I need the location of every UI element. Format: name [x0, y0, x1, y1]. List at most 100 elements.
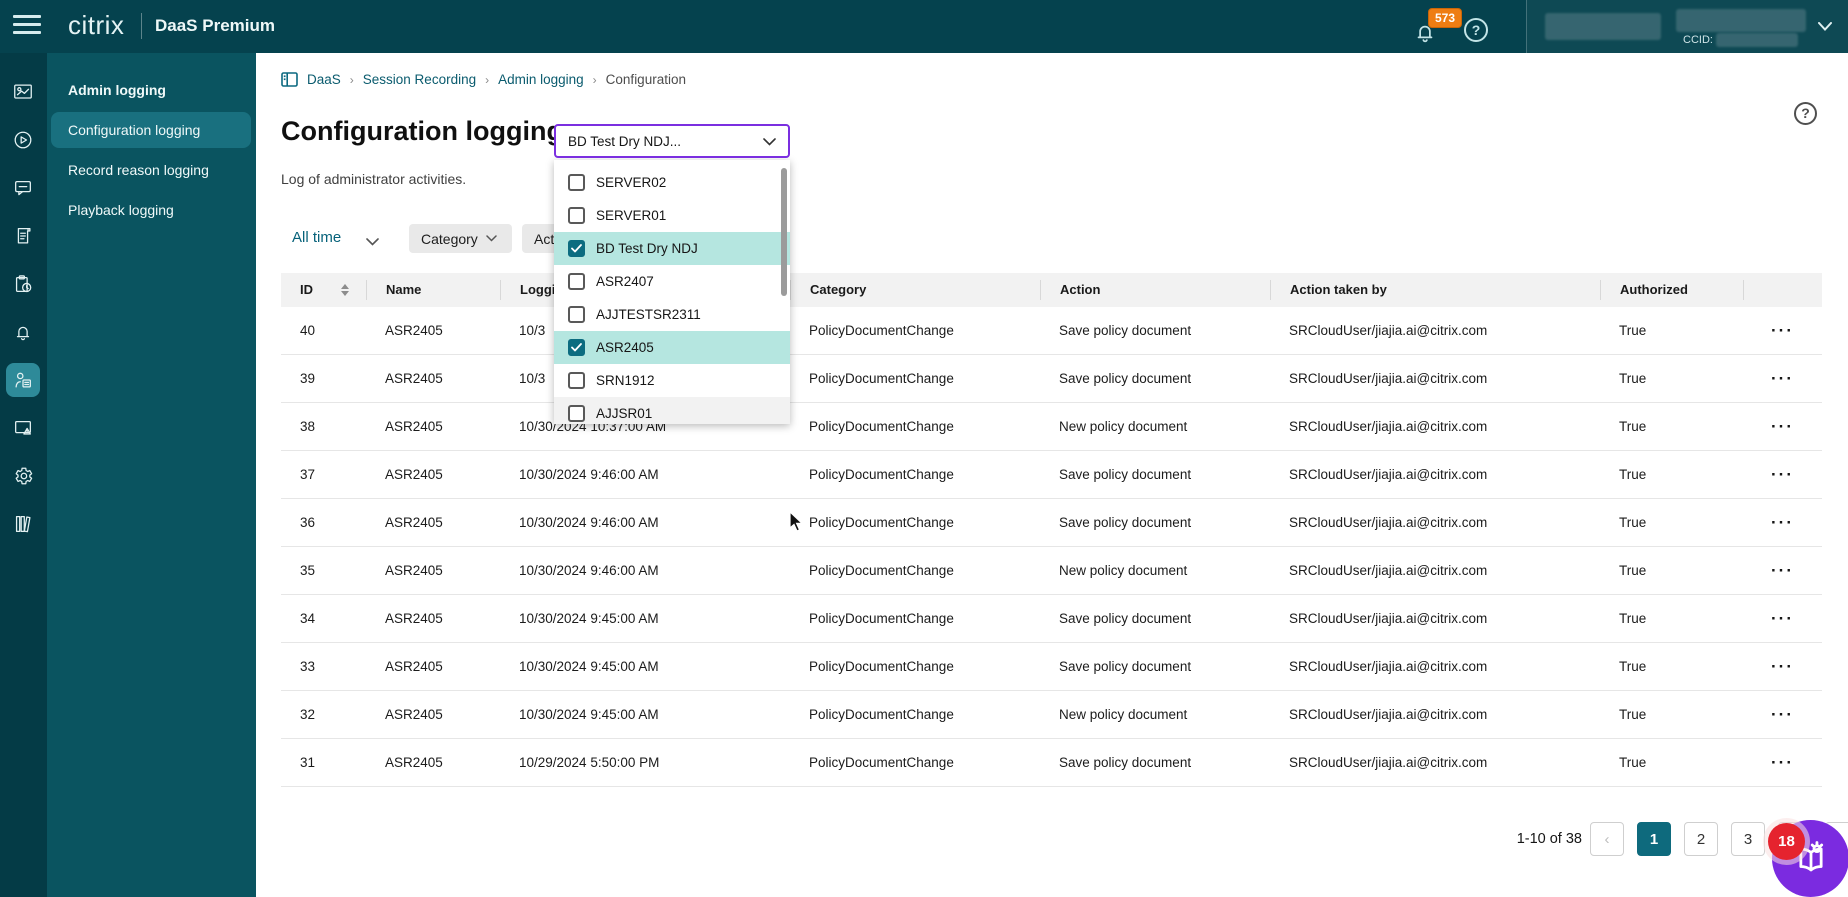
- checkbox-unchecked[interactable]: [568, 306, 585, 323]
- sidebar-item-admin-logging[interactable]: Admin logging: [51, 72, 251, 108]
- cell-logging-time: 10/30/2024 9:46:00 AM: [519, 563, 659, 578]
- dashboard-icon[interactable]: [6, 75, 40, 109]
- dropdown-option-srn1912[interactable]: SRN1912: [554, 364, 790, 397]
- dropdown-option-bd-test-dry-ndj[interactable]: BD Test Dry NDJ: [554, 232, 790, 265]
- redacted-org-name: [1676, 9, 1806, 32]
- row-actions-menu[interactable]: ···: [1743, 609, 1822, 629]
- column-header-action-taken-by: Action taken by: [1270, 280, 1600, 300]
- row-actions-menu[interactable]: ···: [1743, 369, 1822, 389]
- cell-id: 39: [300, 371, 316, 386]
- checkbox-unchecked[interactable]: [568, 405, 585, 422]
- troubleshoot-window-icon[interactable]: [6, 411, 40, 445]
- category-filter[interactable]: Category: [409, 224, 512, 253]
- cell-category: PolicyDocumentChange: [809, 515, 954, 530]
- checkbox-unchecked[interactable]: [568, 273, 585, 290]
- cell-category: PolicyDocumentChange: [809, 371, 954, 386]
- hamburger-menu-icon[interactable]: [13, 15, 41, 37]
- ccid-label: CCID:: [1683, 34, 1713, 46]
- help-icon[interactable]: ?: [1464, 18, 1488, 42]
- table-row-35: 35 ASR2405 10/30/2024 9:46:00 AM PolicyDocu…: [281, 547, 1822, 595]
- checkbox-unchecked[interactable]: [568, 174, 585, 191]
- cell-action-taken-by: SRCloudUser/jiajia.ai@citrix.com: [1289, 467, 1488, 482]
- cell-action-taken-by: SRCloudUser/jiajia.ai@citrix.com: [1289, 371, 1488, 386]
- activity-log-icon[interactable]: [6, 219, 40, 253]
- table-row-32: 32 ASR2405 10/30/2024 9:45:00 AM PolicyDocu…: [281, 691, 1822, 739]
- settings-gear-icon[interactable]: [6, 459, 40, 493]
- checkbox-checked[interactable]: [568, 339, 585, 356]
- dropdown-option-asr2407[interactable]: ASR2407: [554, 265, 790, 298]
- row-actions-menu[interactable]: ···: [1743, 705, 1822, 725]
- library-books-icon[interactable]: [6, 507, 40, 541]
- cell-id: 31: [300, 755, 316, 770]
- notification-count-badge: 573: [1428, 8, 1463, 28]
- pagination-page-2[interactable]: 2: [1684, 822, 1718, 856]
- dropdown-scrollbar-thumb[interactable]: [781, 168, 787, 296]
- feedback-chat-icon[interactable]: [6, 171, 40, 205]
- row-actions-menu[interactable]: ···: [1743, 561, 1822, 581]
- time-range-chevron-down-icon[interactable]: [366, 233, 379, 251]
- dropdown-option-label: BD Test Dry NDJ: [596, 241, 698, 256]
- dropdown-option-server02[interactable]: SERVER02: [554, 166, 790, 199]
- cell-name: ASR2405: [385, 515, 443, 530]
- config-logging-table: IDNameLogging timeCategoryActionAction t…: [281, 273, 1822, 787]
- admin-logging-person-icon[interactable]: [6, 363, 40, 397]
- row-actions-menu[interactable]: ···: [1743, 513, 1822, 533]
- sort-arrows-icon[interactable]: [341, 284, 349, 296]
- column-header-id[interactable]: ID: [281, 280, 366, 300]
- cell-id: 37: [300, 467, 316, 482]
- checkbox-unchecked[interactable]: [568, 207, 585, 224]
- panel-toggle-icon[interactable]: [281, 72, 298, 87]
- cell-logging-time: 10/30/2024 9:45:00 AM: [519, 659, 659, 674]
- cell-authorized: True: [1619, 611, 1647, 626]
- cell-authorized: True: [1619, 515, 1647, 530]
- breadcrumb-admin-logging[interactable]: Admin logging: [498, 72, 584, 87]
- scheduled-tasks-icon[interactable]: [6, 267, 40, 301]
- row-actions-menu[interactable]: ···: [1743, 753, 1822, 773]
- page-help-icon[interactable]: ?: [1794, 102, 1817, 125]
- sidebar-item-configuration-logging[interactable]: Configuration logging: [51, 112, 251, 148]
- time-range-filter[interactable]: All time: [292, 229, 341, 246]
- breadcrumb-daas[interactable]: DaaS: [307, 72, 341, 87]
- pagination-page-3[interactable]: 3: [1731, 822, 1765, 856]
- row-actions-menu[interactable]: ···: [1743, 465, 1822, 485]
- top-bar: citrix DaaS Premium 573 ? CCID:: [0, 0, 1848, 53]
- cell-action-taken-by: SRCloudUser/jiajia.ai@citrix.com: [1289, 419, 1488, 434]
- cell-id: 36: [300, 515, 316, 530]
- redacted-ccid-value: [1716, 33, 1798, 47]
- pagination-page-1[interactable]: 1: [1637, 822, 1671, 856]
- cell-category: PolicyDocumentChange: [809, 659, 954, 674]
- server-select-dropdown[interactable]: BD Test Dry NDJ...: [554, 124, 790, 158]
- user-menu-chevron-down-icon[interactable]: [1818, 18, 1832, 35]
- dropdown-option-asr2405[interactable]: ASR2405: [554, 331, 790, 364]
- cell-action: New policy document: [1059, 419, 1188, 434]
- table-row-33: 33 ASR2405 10/30/2024 9:45:00 AM PolicyDocu…: [281, 643, 1822, 691]
- sidebar-item-playback-logging[interactable]: Playback logging: [51, 192, 251, 228]
- sidebar-item-record-reason-logging[interactable]: Record reason logging: [51, 152, 251, 188]
- sidebar: Admin logging Configuration logging Record…: [47, 53, 256, 897]
- cell-authorized: True: [1619, 755, 1647, 770]
- dropdown-option-ajjsr01[interactable]: AJJSR01: [554, 397, 790, 424]
- checkbox-checked[interactable]: [568, 240, 585, 257]
- pagination-prev-button[interactable]: ‹: [1590, 822, 1624, 856]
- citrix-logo: citrix: [68, 10, 125, 40]
- recordings-play-icon[interactable]: [6, 123, 40, 157]
- dropdown-option-label: ASR2407: [596, 274, 654, 289]
- cell-name: ASR2405: [385, 467, 443, 482]
- cell-action-taken-by: SRCloudUser/jiajia.ai@citrix.com: [1289, 707, 1488, 722]
- row-actions-menu[interactable]: ···: [1743, 321, 1822, 341]
- breadcrumb-session-recording[interactable]: Session Recording: [363, 72, 476, 87]
- dropdown-option-ajjtestsr2311[interactable]: AJJTESTSR2311: [554, 298, 790, 331]
- checkbox-unchecked[interactable]: [568, 372, 585, 389]
- row-actions-menu[interactable]: ···: [1743, 657, 1822, 677]
- cell-name: ASR2405: [385, 371, 443, 386]
- alerts-bell-icon[interactable]: [6, 315, 40, 349]
- dropdown-option-label: AJJTESTSR2311: [596, 307, 701, 322]
- breadcrumb: DaaS › Session Recording › Admin logging › Con…: [281, 72, 686, 87]
- cell-action: Save policy document: [1059, 755, 1192, 770]
- cell-category: PolicyDocumentChange: [809, 707, 954, 722]
- row-actions-menu[interactable]: ···: [1743, 417, 1822, 437]
- cell-action: Save policy document: [1059, 323, 1192, 338]
- cell-action: Save policy document: [1059, 515, 1192, 530]
- dropdown-option-server01[interactable]: SERVER01: [554, 199, 790, 232]
- dropdown-option-label: AJJSR01: [596, 406, 653, 421]
